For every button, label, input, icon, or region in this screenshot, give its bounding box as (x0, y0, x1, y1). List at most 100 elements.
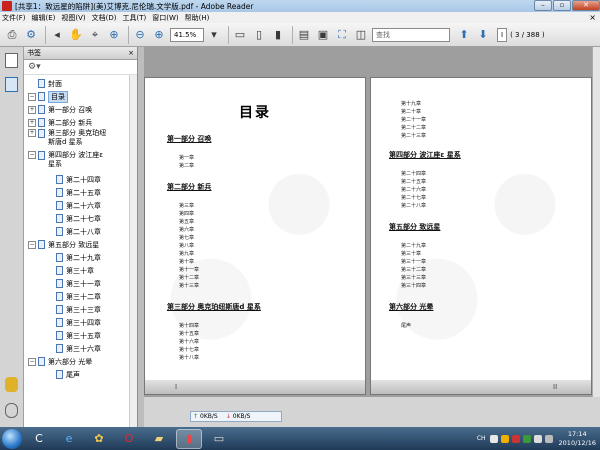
toc-chapter[interactable]: 第三十二章 (401, 266, 426, 273)
bookmark-item[interactable]: 第三十六章 (46, 342, 101, 355)
full-screen-icon[interactable]: ⛶ (334, 27, 350, 43)
toc-chapter[interactable]: 第二十章 (401, 108, 421, 115)
toc-chapter[interactable]: 第二十六章 (401, 186, 426, 193)
toc-chapter[interactable]: 尾声 (401, 322, 411, 329)
volume-icon[interactable] (544, 434, 553, 443)
window-task-icon[interactable]: ▭ (206, 429, 232, 449)
tray-icon[interactable] (522, 434, 531, 443)
fit-page-icon[interactable]: ▯ (251, 27, 267, 43)
toc-chapter[interactable]: 第三十四章 (401, 282, 426, 289)
next-page-icon[interactable]: ⬇ (475, 27, 491, 43)
expand-icon[interactable]: + (28, 105, 36, 114)
language-indicator[interactable]: CH (477, 435, 486, 442)
toc-chapter[interactable]: 第二十一章 (401, 116, 426, 123)
toc-chapter[interactable]: 第二十七章 (401, 194, 426, 201)
internet-explorer-icon[interactable]: e (56, 429, 82, 449)
toc-chapter[interactable]: 第二章 (179, 162, 194, 169)
fit-width-icon[interactable]: ▭ (232, 27, 248, 43)
bookmark-item[interactable]: 第三十五章 (46, 329, 101, 342)
select-tool-icon[interactable]: ⌖ (87, 27, 103, 43)
toc-chapter[interactable]: 第二十三章 (401, 132, 426, 139)
two-page-icon[interactable]: ◫ (353, 27, 369, 43)
toc-chapter[interactable]: 第十二章 (179, 274, 199, 281)
bookmark-item[interactable]: + 第二部分 新兵 (28, 116, 92, 129)
bookmark-item[interactable]: 第二十七章 (46, 212, 101, 225)
toc-chapter[interactable]: 第二十九章 (401, 242, 426, 249)
toc-chapter[interactable]: 第三十章 (401, 250, 421, 257)
toc-chapter[interactable]: 第十八章 (179, 354, 199, 361)
collapse-icon[interactable]: − (28, 240, 36, 249)
document-icon[interactable]: ▤ (296, 27, 312, 43)
tray-icon[interactable] (500, 434, 509, 443)
bookmark-item[interactable]: + 第一部分 召唤 (28, 103, 92, 116)
comments-icon[interactable] (5, 377, 18, 392)
bookmark-item[interactable]: 第二十九章 (46, 251, 101, 264)
menu-tools[interactable]: 工具(T) (123, 13, 147, 23)
bookmark-item[interactable]: − 第六部分 光晕 (28, 355, 92, 368)
adobe-reader-task-icon[interactable]: ▮ (176, 428, 202, 449)
toc-chapter[interactable]: 第十一章 (179, 266, 199, 273)
toc-chapter[interactable]: 第十章 (179, 258, 194, 265)
start-button[interactable] (2, 428, 22, 449)
zoom-in-icon[interactable]: ⊕ (106, 27, 122, 43)
document-close-icon[interactable]: × (589, 13, 596, 22)
bookmark-item[interactable]: 第二十五章 (46, 186, 101, 199)
menu-file[interactable]: 文件(F) (2, 13, 26, 23)
expand-icon[interactable]: + (28, 118, 36, 127)
document-scrollbar[interactable] (592, 47, 600, 397)
attachment-icon[interactable] (5, 403, 18, 418)
collapse-icon[interactable]: − (28, 92, 36, 101)
menu-document[interactable]: 文档(D) (92, 13, 117, 23)
bookmark-item[interactable]: 第三十一章 (46, 277, 101, 290)
back-icon[interactable]: ◂ (49, 27, 65, 43)
bookmark-item[interactable]: 第三十章 (46, 264, 94, 277)
toc-chapter[interactable]: 第三十一章 (401, 258, 426, 265)
bookmarks-scrollbar[interactable] (129, 75, 137, 427)
toc-chapter[interactable]: 第十九章 (401, 100, 421, 107)
bookmark-item[interactable]: − 第五部分 致远星 (28, 238, 99, 251)
toc-chapter[interactable]: 第二十二章 (401, 124, 426, 131)
zoom-plus-circle-icon[interactable]: ⊕ (151, 27, 167, 43)
toc-part-heading[interactable]: 第二部分 新兵 (167, 182, 211, 192)
toc-chapter[interactable]: 第二十五章 (401, 178, 426, 185)
toc-chapter[interactable]: 第十七章 (179, 346, 199, 353)
toc-part-heading[interactable]: 第一部分 召唤 (167, 134, 211, 144)
menu-edit[interactable]: 编辑(E) (32, 13, 56, 23)
bookmark-item[interactable]: 第二十八章 (46, 225, 101, 238)
paint-icon[interactable]: ✿ (86, 429, 112, 449)
page-number-input[interactable]: I (497, 27, 508, 42)
menu-window[interactable]: 窗口(W) (152, 13, 178, 23)
toc-chapter[interactable]: 第四章 (179, 210, 194, 217)
tray-icon[interactable] (489, 434, 498, 443)
toc-part-heading[interactable]: 第六部分 光晕 (389, 302, 433, 312)
toc-chapter[interactable]: 第十四章 (179, 322, 199, 329)
bookmark-item[interactable]: − 目录 (28, 90, 68, 103)
toc-part-heading[interactable]: 第四部分 波江座ε 星系 (389, 150, 461, 160)
zoom-out-circle-icon[interactable]: ⊖ (132, 27, 148, 43)
options-icon[interactable]: ⚙▾ (28, 62, 41, 72)
toc-chapter[interactable]: 第十五章 (179, 330, 199, 337)
c-app-icon[interactable]: C (26, 429, 52, 449)
bookmark-item[interactable]: 封面 (28, 77, 62, 90)
single-page-icon[interactable]: ▮ (270, 27, 286, 43)
toc-chapter[interactable]: 第二十八章 (401, 202, 426, 209)
tray-icon[interactable] (511, 434, 520, 443)
collapse-icon[interactable]: − (28, 151, 36, 159)
print-icon[interactable]: ⎙ (4, 27, 20, 43)
bookmark-item[interactable]: 第三十四章 (46, 316, 101, 329)
read-mode-icon[interactable]: ▣ (315, 27, 331, 43)
maximize-button[interactable]: ▫ (553, 0, 571, 11)
pages-panel-icon[interactable] (5, 53, 18, 68)
collaborate-icon[interactable]: ⚙ (23, 27, 39, 43)
collapse-icon[interactable]: − (28, 357, 36, 366)
expand-icon[interactable]: + (28, 129, 36, 137)
bookmark-item[interactable]: + 第三部分 奥克珀纽斯唐d 星系 (28, 129, 108, 151)
bookmark-item[interactable]: 第三十三章 (46, 303, 101, 316)
toc-chapter[interactable]: 第八章 (179, 242, 194, 249)
bookmark-item[interactable]: 第三十二章 (46, 290, 101, 303)
bookmark-item[interactable]: 第二十四章 (46, 173, 101, 186)
toc-chapter[interactable]: 第二十四章 (401, 170, 426, 177)
folder-icon[interactable]: ▰ (146, 429, 172, 449)
minimize-button[interactable]: – (534, 0, 552, 11)
toc-chapter[interactable]: 第六章 (179, 226, 194, 233)
